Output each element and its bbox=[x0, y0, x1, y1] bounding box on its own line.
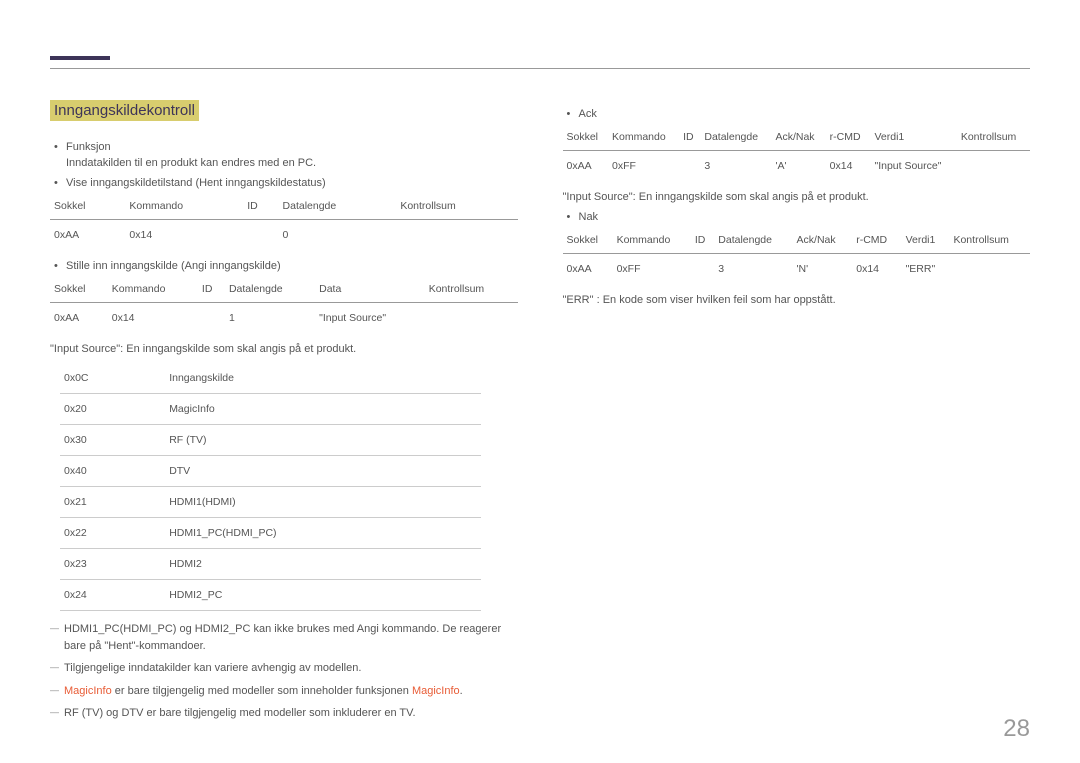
td: 0xAA bbox=[563, 254, 613, 285]
input-source-desc: "Input Source": En inngangskilde som ska… bbox=[50, 343, 518, 355]
input-source-desc-2: "Input Source": En inngangskilde som ska… bbox=[563, 191, 1031, 203]
td: 0 bbox=[279, 220, 397, 251]
th-kommando: Kommando bbox=[108, 276, 198, 303]
section-title: Inngangskildekontroll bbox=[50, 100, 199, 121]
th-verdi1: Verdi1 bbox=[902, 227, 950, 254]
th-sokkel: Sokkel bbox=[563, 124, 609, 151]
td: 0xAA bbox=[50, 303, 108, 334]
td bbox=[396, 220, 517, 251]
td: Inngangskilde bbox=[165, 363, 481, 394]
td: 0xFF bbox=[613, 254, 691, 285]
th-id: ID bbox=[198, 276, 225, 303]
td: 0xAA bbox=[50, 220, 125, 251]
th-rcmd: r-CMD bbox=[826, 124, 871, 151]
vise-label: Vise inngangskildetilstand (Hent inngang… bbox=[66, 177, 518, 189]
note-1: HDMI1_PC(HDMI_PC) og HDMI2_PC kan ikke b… bbox=[64, 621, 518, 654]
td: 0x40 bbox=[60, 456, 165, 487]
td: MagicInfo bbox=[165, 394, 481, 425]
funksjon-label: Funksjon bbox=[66, 141, 518, 153]
td: HDMI1_PC(HDMI_PC) bbox=[165, 518, 481, 549]
td: 0x24 bbox=[60, 580, 165, 611]
td: HDMI1(HDMI) bbox=[165, 487, 481, 518]
td: 0x21 bbox=[60, 487, 165, 518]
td: 0x30 bbox=[60, 425, 165, 456]
td: DTV bbox=[165, 456, 481, 487]
th-datalengde: Datalengde bbox=[700, 124, 771, 151]
th-kontrollsum: Kontrollsum bbox=[957, 124, 1030, 151]
td: 0x22 bbox=[60, 518, 165, 549]
td bbox=[425, 303, 518, 334]
right-column: Ack Sokkel Kommando ID Datalengde Ack/Na… bbox=[563, 100, 1031, 728]
td: 0x20 bbox=[60, 394, 165, 425]
table-stille: Sokkel Kommando ID Datalengde Data Kontr… bbox=[50, 276, 518, 333]
th-acknak: Ack/Nak bbox=[771, 124, 825, 151]
th-kontrollsum: Kontrollsum bbox=[949, 227, 1030, 254]
note-3: MagicInfo er bare tilgjengelig med model… bbox=[64, 683, 518, 700]
td: RF (TV) bbox=[165, 425, 481, 456]
table-sources: 0x0CInngangskilde 0x20MagicInfo 0x30RF (… bbox=[60, 363, 481, 611]
table-ack: Sokkel Kommando ID Datalengde Ack/Nak r-… bbox=[563, 124, 1031, 181]
th-kontrollsum: Kontrollsum bbox=[396, 193, 517, 220]
td: HDMI2_PC bbox=[165, 580, 481, 611]
td: 3 bbox=[714, 254, 792, 285]
th-sokkel: Sokkel bbox=[563, 227, 613, 254]
th-id: ID bbox=[691, 227, 714, 254]
td: 0x14 bbox=[125, 220, 243, 251]
td: 'N' bbox=[793, 254, 853, 285]
th-sokkel: Sokkel bbox=[50, 193, 125, 220]
funksjon-desc: Inndatakilden til en produkt kan endres … bbox=[66, 157, 518, 169]
table-nak: Sokkel Kommando ID Datalengde Ack/Nak r-… bbox=[563, 227, 1031, 284]
td: 0xAA bbox=[563, 151, 609, 182]
note-4: RF (TV) og DTV er bare tilgjengelig med … bbox=[64, 705, 518, 722]
td bbox=[198, 303, 225, 334]
magicinfo-red: MagicInfo bbox=[64, 685, 112, 697]
th-data: Data bbox=[315, 276, 425, 303]
td: "Input Source" bbox=[870, 151, 956, 182]
td: HDMI2 bbox=[165, 549, 481, 580]
note-2: Tilgjengelige inndatakilder kan variere … bbox=[64, 660, 518, 677]
th-sokkel: Sokkel bbox=[50, 276, 108, 303]
th-datalengde: Datalengde bbox=[225, 276, 315, 303]
top-border bbox=[50, 68, 1030, 69]
td: 0x23 bbox=[60, 549, 165, 580]
td: 0x0C bbox=[60, 363, 165, 394]
table-vise: Sokkel Kommando ID Datalengde Kontrollsu… bbox=[50, 193, 518, 250]
td bbox=[957, 151, 1030, 182]
th-datalengde: Datalengde bbox=[714, 227, 792, 254]
td: "ERR" bbox=[902, 254, 950, 285]
note-3-mid: er bare tilgjengelig med modeller som in… bbox=[112, 685, 412, 697]
note-3-end: . bbox=[460, 685, 463, 697]
page-number: 28 bbox=[1003, 715, 1030, 743]
th-verdi1: Verdi1 bbox=[870, 124, 956, 151]
td bbox=[691, 254, 714, 285]
nak-label: Nak bbox=[579, 211, 1031, 223]
td: 'A' bbox=[771, 151, 825, 182]
th-kommando: Kommando bbox=[613, 227, 691, 254]
ack-label: Ack bbox=[579, 108, 1031, 120]
th-kommando: Kommando bbox=[608, 124, 679, 151]
td bbox=[243, 220, 278, 251]
th-datalengde: Datalengde bbox=[279, 193, 397, 220]
td bbox=[679, 151, 700, 182]
magicinfo-red-2: MagicInfo bbox=[412, 685, 460, 697]
td bbox=[949, 254, 1030, 285]
td: 0x14 bbox=[852, 254, 901, 285]
td: 3 bbox=[700, 151, 771, 182]
th-kommando: Kommando bbox=[125, 193, 243, 220]
th-id: ID bbox=[679, 124, 700, 151]
accent-bar bbox=[50, 56, 110, 60]
td: 0x14 bbox=[108, 303, 198, 334]
td: 1 bbox=[225, 303, 315, 334]
th-id: ID bbox=[243, 193, 278, 220]
th-rcmd: r-CMD bbox=[852, 227, 901, 254]
left-column: Inngangskildekontroll Funksjon Inndataki… bbox=[50, 100, 518, 728]
td: 0xFF bbox=[608, 151, 679, 182]
td: 0x14 bbox=[826, 151, 871, 182]
td: "Input Source" bbox=[315, 303, 425, 334]
th-acknak: Ack/Nak bbox=[793, 227, 853, 254]
err-desc: "ERR" : En kode som viser hvilken feil s… bbox=[563, 294, 1031, 306]
stille-label: Stille inn inngangskilde (Angi inngangsk… bbox=[66, 260, 518, 272]
th-kontrollsum: Kontrollsum bbox=[425, 276, 518, 303]
